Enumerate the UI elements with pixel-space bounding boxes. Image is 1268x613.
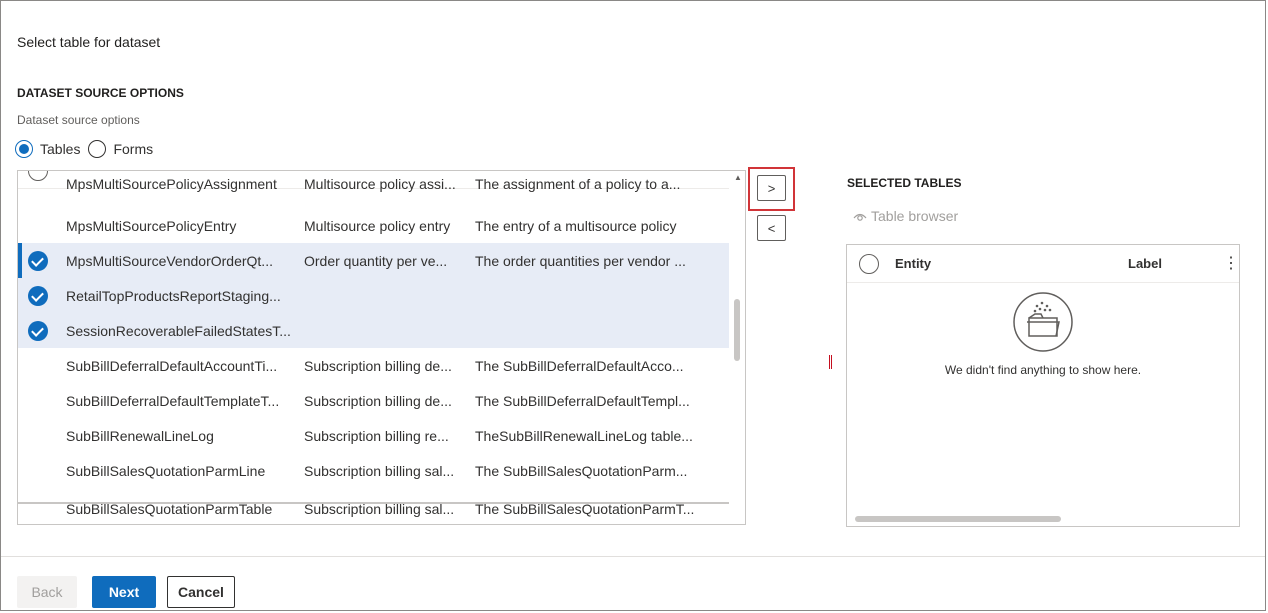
radio-unchecked-icon[interactable] bbox=[88, 140, 107, 158]
cell-label: Subscription billing de... bbox=[304, 357, 452, 374]
cell-label: Subscription billing re... bbox=[304, 427, 449, 444]
column-header-label[interactable]: Label bbox=[1128, 256, 1162, 271]
vertical-scrollbar-thumb[interactable] bbox=[734, 299, 740, 361]
cell-name: MpsMultiSourceVendorOrderQt... bbox=[66, 252, 273, 269]
source-options-label: Dataset source options bbox=[17, 113, 140, 127]
empty-folder-icon bbox=[1013, 292, 1073, 352]
cell-description: The assignment of a policy to a... bbox=[475, 175, 681, 192]
panel-splitter[interactable] bbox=[829, 355, 832, 369]
cell-label: Subscription billing sal... bbox=[304, 500, 455, 517]
table-row-selected[interactable]: RetailTopProductsReportStaging... bbox=[18, 278, 729, 313]
remove-selected-button[interactable]: < bbox=[757, 215, 786, 241]
table-row[interactable]: SubBillDeferralDefaultAccountTi... Subsc… bbox=[18, 348, 729, 383]
source-options-heading: DATASET SOURCE OPTIONS bbox=[17, 86, 184, 100]
select-all-radio-icon[interactable] bbox=[859, 254, 879, 274]
table-row-selected[interactable]: SessionRecoverableFailedStatesT... bbox=[18, 313, 729, 348]
table-row[interactable]: SubBillSalesQuotationParmLine Subscripti… bbox=[18, 453, 729, 488]
cell-label: Multisource policy entry bbox=[304, 217, 451, 234]
checkmark-icon[interactable] bbox=[28, 321, 48, 341]
next-button[interactable]: Next bbox=[92, 576, 156, 608]
footer-divider bbox=[1, 556, 1265, 557]
cell-name: SubBillSalesQuotationParmLine bbox=[66, 462, 266, 479]
cell-description: The SubBillDeferralDefaultAcco... bbox=[475, 357, 684, 374]
radio-forms-label: Forms bbox=[113, 141, 154, 157]
page-title: Select table for dataset bbox=[17, 34, 161, 50]
cell-label: Subscription billing sal... bbox=[304, 462, 455, 479]
back-button[interactable]: Back bbox=[17, 576, 77, 608]
cell-label: Order quantity per ve... bbox=[304, 252, 448, 269]
radio-tables-label: Tables bbox=[40, 141, 81, 157]
cell-name: MpsMultiSourcePolicyAssignment bbox=[66, 175, 277, 192]
radio-forms[interactable]: Forms bbox=[88, 140, 153, 158]
cell-label: Subscription billing de... bbox=[304, 392, 452, 409]
cell-name: SubBillDeferralDefaultTemplateT... bbox=[66, 392, 280, 409]
cell-description: The entry of a multisource policy bbox=[475, 217, 677, 234]
cell-description: The SubBillSalesQuotationParm... bbox=[475, 462, 688, 479]
cell-label: Multisource policy assi... bbox=[304, 175, 456, 192]
column-header-entity[interactable]: Entity bbox=[895, 256, 931, 271]
radio-checked-icon[interactable] bbox=[15, 140, 33, 158]
add-selected-button[interactable]: > bbox=[757, 175, 786, 201]
selected-grid-header: Entity Label ⋮ bbox=[847, 245, 1239, 283]
table-row[interactable]: SubBillRenewalLineLog Subscription billi… bbox=[18, 418, 729, 453]
more-options-icon[interactable]: ⋮ bbox=[1223, 253, 1239, 273]
table-row[interactable]: MpsMultiSourcePolicyAssignment Multisour… bbox=[18, 171, 729, 201]
table-row[interactable]: SubBillDeferralDefaultTemplateT... Subsc… bbox=[18, 383, 729, 418]
cell-name: SessionRecoverableFailedStatesT... bbox=[66, 322, 291, 339]
cell-name: SubBillDeferralDefaultAccountTi... bbox=[66, 357, 278, 374]
checkmark-icon[interactable] bbox=[28, 251, 48, 271]
empty-state-message: We didn't find anything to show here. bbox=[944, 363, 1142, 377]
table-row[interactable]: MpsMultiSourcePolicyEntry Multisource po… bbox=[18, 208, 729, 243]
table-row[interactable]: SubBillSalesQuotationParmTable Subscript… bbox=[18, 491, 729, 524]
cancel-button[interactable]: Cancel bbox=[167, 576, 235, 608]
source-options-radio-group: Tables Forms bbox=[15, 140, 161, 158]
table-browser-label: Table browser bbox=[871, 208, 959, 224]
cell-description: The order quantities per vendor ... bbox=[475, 252, 686, 269]
radio-tables[interactable]: Tables bbox=[15, 140, 80, 158]
cell-name: RetailTopProductsReportStaging... bbox=[66, 287, 281, 304]
table-row-selected[interactable]: MpsMultiSourceVendorOrderQt... Order qua… bbox=[18, 243, 729, 278]
horizontal-scrollbar-thumb[interactable] bbox=[855, 516, 1061, 522]
eye-icon bbox=[853, 213, 867, 221]
checkmark-icon[interactable] bbox=[28, 286, 48, 306]
cell-name: SubBillSalesQuotationParmTable bbox=[66, 500, 273, 517]
scroll-up-arrow-icon[interactable]: ▲ bbox=[734, 173, 742, 182]
cell-name: MpsMultiSourcePolicyEntry bbox=[66, 217, 237, 234]
selected-tables-grid: Entity Label ⋮ We didn't find anything t… bbox=[846, 244, 1240, 527]
cell-description: The SubBillDeferralDefaultTempl... bbox=[475, 392, 690, 409]
table-browser-button[interactable]: Table browser bbox=[853, 208, 958, 224]
selected-tables-heading: SELECTED TABLES bbox=[847, 176, 962, 190]
cell-description: TheSubBillRenewalLineLog table... bbox=[475, 427, 693, 444]
cell-name: SubBillRenewalLineLog bbox=[66, 427, 214, 444]
cell-description: The SubBillSalesQuotationParmT... bbox=[475, 500, 695, 517]
available-tables-grid: MpsMultiSourcePolicyAssignment Multisour… bbox=[17, 170, 746, 525]
